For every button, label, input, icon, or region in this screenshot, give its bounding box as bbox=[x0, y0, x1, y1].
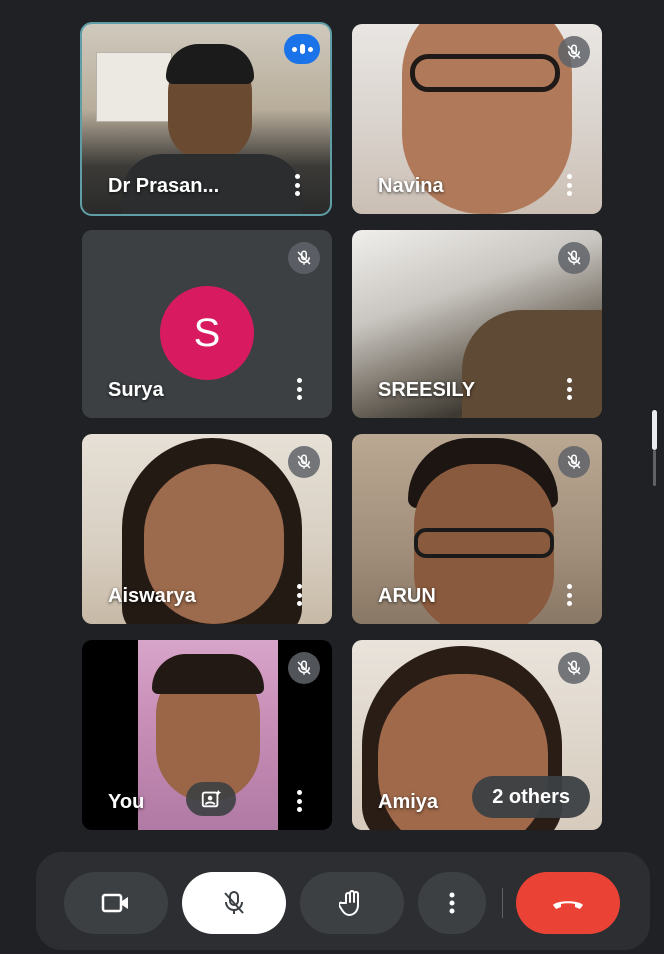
end-call-button[interactable] bbox=[516, 872, 620, 934]
participant-tile-self[interactable]: You bbox=[82, 640, 332, 830]
effects-icon bbox=[201, 789, 222, 808]
more-options-icon[interactable] bbox=[296, 378, 302, 400]
participant-name: Amiya bbox=[378, 791, 439, 813]
participant-name: ARUN bbox=[378, 585, 436, 607]
call-controls-bar bbox=[36, 852, 650, 950]
person-hair bbox=[152, 654, 264, 694]
more-options-icon[interactable] bbox=[566, 584, 572, 606]
avatar: S bbox=[160, 286, 254, 380]
more-options-icon[interactable] bbox=[294, 174, 300, 196]
more-options-icon[interactable] bbox=[296, 584, 302, 606]
camera-button[interactable] bbox=[64, 872, 168, 934]
mic-off-icon bbox=[558, 652, 590, 684]
scrollbar-track bbox=[653, 450, 656, 486]
others-badge[interactable]: 2 others bbox=[472, 776, 590, 818]
divider bbox=[502, 888, 503, 918]
more-vert-icon bbox=[449, 892, 455, 914]
participant-tile-1[interactable]: Dr Prasan... bbox=[80, 22, 332, 216]
wall-calendar bbox=[96, 52, 172, 122]
participant-name: Dr Prasan... bbox=[108, 175, 220, 197]
participant-tile-3[interactable]: S Surya bbox=[82, 230, 332, 418]
effects-button[interactable] bbox=[186, 782, 236, 816]
participant-tile-2[interactable]: Navina bbox=[352, 24, 602, 214]
mic-off-icon bbox=[288, 652, 320, 684]
participant-tile-4[interactable]: SREESILY bbox=[352, 230, 602, 418]
more-options-icon[interactable] bbox=[566, 378, 572, 400]
glasses bbox=[410, 54, 560, 92]
meet-call-screen: Dr Prasan... Navina S Surya SREESILY Ais… bbox=[0, 0, 664, 954]
more-options-icon[interactable] bbox=[566, 174, 572, 196]
mic-off-icon bbox=[288, 446, 320, 478]
mic-toggle-button[interactable] bbox=[182, 872, 286, 934]
more-options-icon[interactable] bbox=[296, 790, 302, 812]
raise-hand-button[interactable] bbox=[300, 872, 404, 934]
camera-icon bbox=[101, 893, 128, 913]
participant-tile-5[interactable]: Aiswarya bbox=[82, 434, 332, 624]
participant-name: SREESILY bbox=[378, 379, 476, 401]
person-hair bbox=[166, 44, 254, 84]
participant-name: Navina bbox=[378, 175, 444, 197]
participant-name: Surya bbox=[108, 379, 164, 401]
scrollbar-thumb[interactable] bbox=[652, 410, 657, 450]
participant-name: You bbox=[108, 791, 145, 813]
mic-off-icon bbox=[558, 36, 590, 68]
hand-icon bbox=[339, 890, 359, 916]
glasses bbox=[414, 528, 554, 558]
mic-off-icon bbox=[558, 242, 590, 274]
mic-off-icon bbox=[558, 446, 590, 478]
person-shoulder bbox=[462, 310, 602, 418]
more-options-button[interactable] bbox=[418, 872, 486, 934]
speaking-indicator-icon bbox=[284, 34, 320, 64]
participant-name: Aiswarya bbox=[108, 585, 196, 607]
mic-off-icon bbox=[288, 242, 320, 274]
participant-tile-8[interactable]: Amiya 2 others bbox=[352, 640, 602, 830]
mic-off-icon bbox=[224, 891, 244, 914]
call-end-icon bbox=[553, 901, 583, 909]
participant-tile-6[interactable]: ARUN bbox=[352, 434, 602, 624]
